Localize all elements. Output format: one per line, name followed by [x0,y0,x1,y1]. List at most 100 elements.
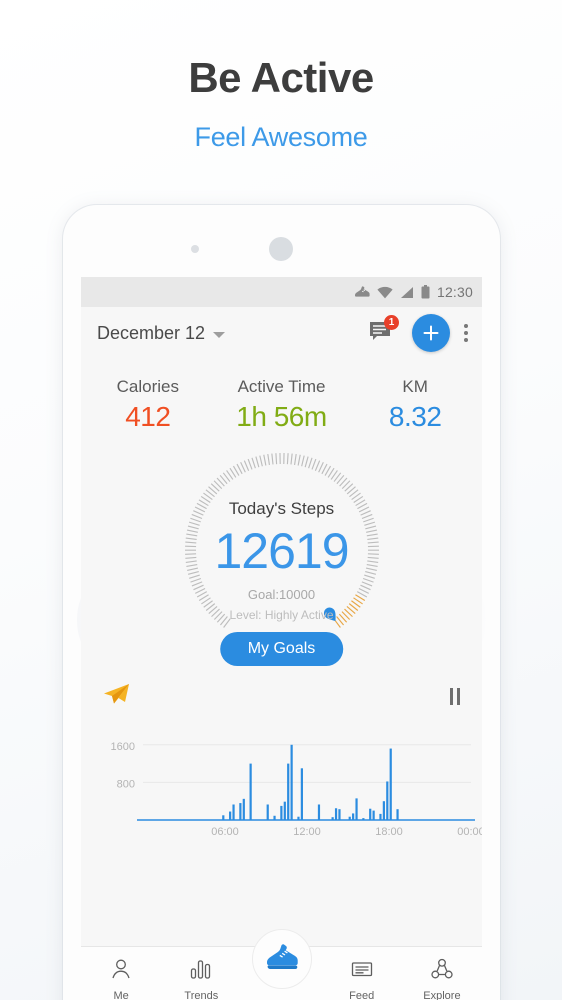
nav-label: Explore [423,990,461,1000]
stat-label: KM [402,377,428,396]
chart-bar [369,808,372,820]
gauge-tick [314,460,320,471]
chart-header [81,674,482,716]
chart-x-tick-label: 06:00 [211,826,239,838]
paper-plane-icon[interactable] [101,681,131,712]
nav-item-trends[interactable]: Trends [161,947,241,1000]
gauge-text-block: Today's Steps 12619 Goal:10000 Level: Hi… [81,499,482,622]
gauge-tick [300,455,305,467]
steps-label: Today's Steps [228,499,335,518]
chart-bar [372,810,375,820]
messages-button[interactable]: 1 [368,315,399,346]
gauge-tick [286,453,289,465]
messages-badge: 1 [384,315,399,330]
stat-value: 8.32 [388,401,442,432]
bar-chart-icon [190,958,212,985]
chart-bar [229,811,232,820]
overflow-menu-icon[interactable] [464,324,468,342]
chart-plot: 800 1600 06:00 12:00 18:00 00:00 [81,716,482,844]
add-button[interactable] [412,314,450,352]
promo-title: Be Active [188,54,374,101]
nav-item-activity[interactable] [241,929,321,989]
gauge-tick [304,456,309,468]
gauge-tick [239,462,246,473]
status-bar: 12:30 [81,277,482,307]
nav-item-explore[interactable]: Explore [402,947,482,1000]
app-bar: December 12 1 [81,307,482,359]
chart-bar [280,805,283,820]
gauge-tick [258,455,263,467]
stat-active-time: Active Time 1h 56m [215,377,349,433]
chart-x-tick-label: 18:00 [375,826,403,838]
gauge-tick [266,453,270,466]
chart-bar [300,768,303,820]
promo-header: Be Active Feel Awesome [0,0,562,153]
chart-y-tick-label: 800 [117,778,135,790]
chart-bar [352,813,355,820]
plus-icon [423,325,439,341]
chart-bar [287,763,290,820]
shoe-icon [265,943,299,976]
stat-label: Calories [116,377,180,396]
nav-item-me[interactable]: Me [81,947,161,1000]
gauge-tick [310,458,316,470]
gauge-tick [243,460,249,471]
feed-icon [351,958,373,985]
level-text: Level: Highly Active [229,607,334,622]
chart-x-tick-label: 12:00 [293,826,321,838]
phone-screen: 12:30 December 12 1 Calories 412 Active … [81,277,482,1000]
goal-text: Goal:10000 [247,586,316,602]
nav-label: Trends [184,990,219,1000]
gauge-tick [289,453,293,465]
chart-bar [382,801,385,820]
my-goals-button[interactable]: My Goals [219,632,344,666]
stat-value: 412 [125,401,171,432]
steps-value: 12619 [214,523,349,579]
gauge-tick [235,463,243,475]
gauge-tick [247,458,253,470]
battery-icon [421,285,430,299]
earpiece-speaker [269,237,293,261]
gauge-tick [274,453,277,465]
chart-bar [290,744,293,820]
gauge-tick [250,457,256,469]
stat-km: KM 8.32 [348,377,482,433]
date-selector[interactable]: December 12 [97,322,226,344]
bottom-navigation: Me Trends Feed Explore [81,929,482,1000]
nav-center-circle[interactable] [251,929,312,989]
wifi-icon [377,286,393,299]
chart-y-tick-label: 1600 [111,741,135,753]
gauge-tick [254,456,259,468]
chart-bar [239,803,242,820]
chart-x-tick-label: 00:00 [457,826,482,838]
stats-row: Calories 412 Active Time 1h 56m KM 8.32 [81,359,482,439]
chart-bar [232,804,235,820]
chart-bar [338,809,341,820]
person-icon [110,958,132,985]
gauge-tick [262,454,266,466]
chart-bar [355,798,358,820]
nav-item-feed[interactable]: Feed [322,947,402,1000]
chart-bar [396,809,399,820]
steps-gauge: Today's Steps 12619 Goal:10000 Level: Hi… [81,447,482,672]
chart-bar [389,748,392,820]
gauge-tick [270,453,274,465]
chart-bar [334,808,338,820]
gauge-tick [307,457,313,469]
explore-icon [431,958,453,985]
date-label: December 12 [97,322,206,343]
chart-bar [317,804,321,820]
signal-icon [400,286,414,299]
chart-bar [379,813,382,820]
phone-mockup: 12:30 December 12 1 Calories 412 Active … [63,205,500,1000]
chart-bar [242,798,245,820]
stat-calories: Calories 412 [81,377,215,433]
chart-bar [266,804,269,820]
chevron-down-icon [213,331,226,338]
chart-bar [283,801,286,820]
status-bar-clock: 12:30 [436,284,473,300]
pause-icon[interactable] [450,687,460,705]
front-camera-icon [191,245,199,253]
gauge-tick [297,454,301,466]
chart-bar [249,763,252,820]
